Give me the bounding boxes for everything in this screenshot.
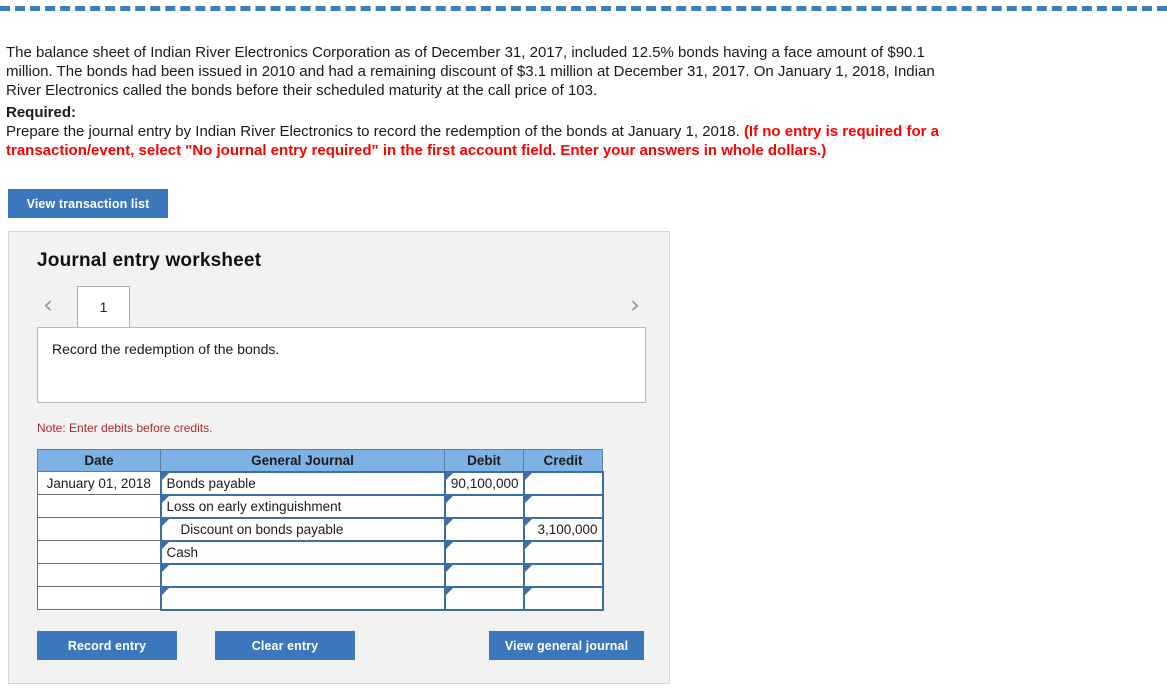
cell-date[interactable] [37, 586, 161, 610]
cell-account[interactable]: Discount on bonds payable [159, 516, 446, 542]
cell-account[interactable] [159, 585, 446, 611]
journal-entry-worksheet-panel: Journal entry worksheet ‹ 1 › Record the… [8, 231, 670, 684]
column-header-general-journal: General Journal [160, 449, 445, 472]
cell-account[interactable] [159, 562, 446, 588]
table-row [37, 562, 604, 588]
cell-debit[interactable] [443, 539, 525, 565]
journal-entry-table: Date General Journal Debit Credit Januar… [37, 449, 604, 611]
worksheet-instruction-text: Record the redemption of the bonds. [52, 341, 280, 357]
account-value: Discount on bonds payable [180, 521, 344, 537]
cell-account[interactable]: Loss on early extinguishment [159, 493, 446, 519]
column-header-debit: Debit [444, 449, 524, 472]
cell-credit[interactable] [522, 493, 604, 519]
cell-account[interactable]: Cash [159, 539, 446, 565]
required-instruction: Prepare the journal entry by Indian Rive… [6, 123, 740, 140]
worksheet-tabstrip: ‹ 1 › [37, 286, 646, 327]
cell-date[interactable] [37, 563, 161, 587]
view-transaction-list-button[interactable]: View transaction list [8, 189, 168, 218]
debits-before-credits-note: Note: Enter debits before credits. [37, 421, 213, 435]
table-row: Cash [37, 539, 604, 565]
chevron-left-icon[interactable]: ‹ [37, 291, 59, 319]
cell-debit[interactable] [443, 585, 525, 611]
top-dashed-divider [0, 6, 1167, 11]
cell-credit[interactable] [522, 562, 604, 588]
required-section: Required: Prepare the journal entry by I… [6, 103, 951, 160]
credit-value: 3,100,000 [537, 521, 598, 537]
cell-debit[interactable] [443, 516, 525, 542]
view-general-journal-button[interactable]: View general journal [489, 631, 644, 660]
cell-account[interactable]: Bonds payable [159, 470, 446, 496]
table-header-row: Date General Journal Debit Credit [37, 449, 603, 472]
cell-debit[interactable] [443, 562, 525, 588]
record-entry-button[interactable]: Record entry [37, 631, 177, 660]
cell-date[interactable] [37, 540, 161, 564]
cell-date[interactable] [37, 494, 161, 518]
cell-date[interactable] [37, 517, 161, 541]
cell-credit[interactable] [522, 539, 604, 565]
table-row: January 01, 2018 Bonds payable 90,100,00… [37, 470, 604, 496]
required-label: Required: [6, 104, 77, 121]
account-value: Loss on early extinguishment [166, 498, 342, 514]
cell-credit[interactable] [522, 470, 604, 496]
debit-value: 90,100,000 [450, 475, 519, 491]
account-value: Cash [166, 544, 199, 560]
page-root: The balance sheet of Indian River Electr… [0, 0, 1167, 696]
cell-debit[interactable] [443, 493, 525, 519]
cell-credit[interactable] [522, 585, 604, 611]
column-header-date: Date [37, 449, 161, 472]
problem-statement: The balance sheet of Indian River Electr… [6, 44, 935, 99]
chevron-right-icon[interactable]: › [624, 291, 646, 319]
cell-credit[interactable]: 3,100,000 [522, 516, 604, 542]
cell-date[interactable]: January 01, 2018 [37, 471, 161, 495]
table-row: Loss on early extinguishment [37, 493, 604, 519]
account-value: Bonds payable [166, 475, 256, 491]
column-header-credit: Credit [523, 449, 603, 472]
cell-debit[interactable]: 90,100,000 [443, 470, 525, 496]
table-row [37, 585, 604, 611]
worksheet-instruction-box: Record the redemption of the bonds. [37, 327, 646, 403]
clear-entry-button[interactable]: Clear entry [215, 631, 355, 660]
table-row: Discount on bonds payable 3,100,000 [37, 516, 604, 542]
worksheet-title: Journal entry worksheet [37, 250, 262, 271]
worksheet-tab-1[interactable]: 1 [77, 286, 130, 327]
